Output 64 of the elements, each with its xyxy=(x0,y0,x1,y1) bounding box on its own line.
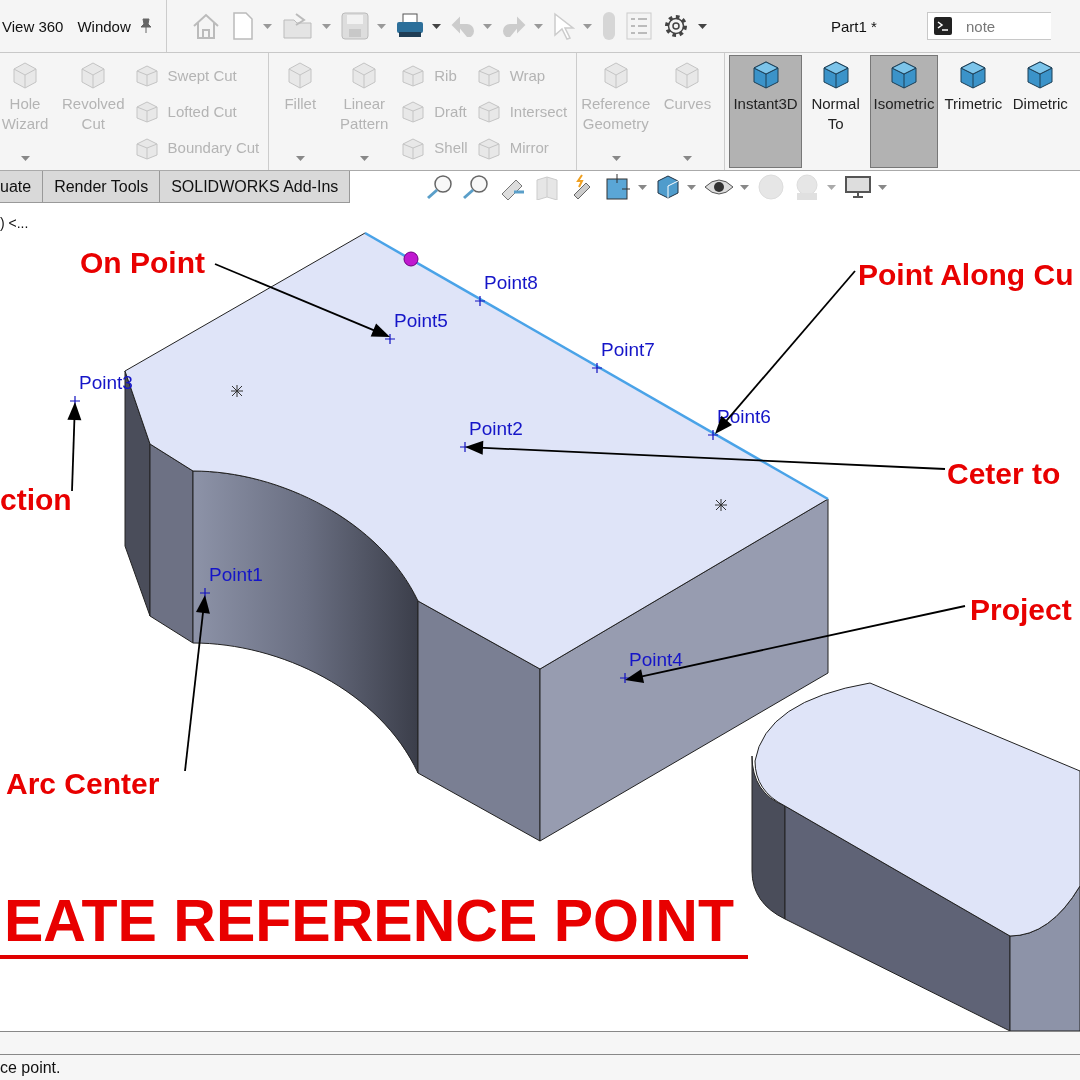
printer-icon[interactable] xyxy=(396,13,424,39)
callout-label: ction xyxy=(0,483,72,516)
ribbon-tab[interactable]: Render Tools xyxy=(43,171,161,203)
cube-icon xyxy=(820,60,851,90)
selection-dot-icon xyxy=(403,251,419,267)
asterisk-icon xyxy=(714,498,728,512)
caret-icon[interactable] xyxy=(432,23,441,29)
ribbon-command[interactable]: Dimetric xyxy=(1008,55,1073,168)
folder-icon[interactable] xyxy=(282,12,314,40)
cube-icon xyxy=(750,60,781,90)
point-marker-icon xyxy=(384,333,396,345)
callout-label: Arc Center xyxy=(6,767,160,800)
ribbon-command[interactable]: Trimetric xyxy=(940,55,1007,168)
cube-icon xyxy=(1025,60,1056,90)
block-icon xyxy=(133,63,160,88)
point-label: Point4 xyxy=(629,649,683,670)
ribbon-command[interactable]: Isometric xyxy=(869,55,939,168)
callout-label: On Point xyxy=(80,246,205,279)
block-icon xyxy=(400,63,427,88)
cube-icon xyxy=(958,60,989,90)
monitor-icon[interactable] xyxy=(844,175,873,199)
list-icon[interactable] xyxy=(626,12,652,40)
point-marker-icon xyxy=(199,587,211,599)
point-label: Point7 xyxy=(601,339,655,360)
status-text: ce point. xyxy=(0,1058,61,1077)
point-marker-icon xyxy=(474,295,486,307)
search-field[interactable]: note xyxy=(927,12,1051,40)
document-title: Part1 * xyxy=(831,17,878,35)
ribbon-command[interactable]: Normal To xyxy=(803,55,868,168)
block-icon xyxy=(475,63,502,88)
callout-label: Project xyxy=(970,593,1072,626)
pin-icon[interactable] xyxy=(138,18,153,34)
block-icon xyxy=(10,60,40,90)
point-label: Point5 xyxy=(394,310,448,331)
zoom-icon[interactable] xyxy=(426,174,455,200)
view-orientation-icon[interactable] xyxy=(604,173,633,201)
settings-icon[interactable] xyxy=(662,12,690,40)
point-label: Point8 xyxy=(484,272,538,293)
block-icon xyxy=(400,99,427,124)
feature-tree-text: ) <... xyxy=(0,215,29,231)
callout-label: Ceter to xyxy=(947,457,1061,490)
cube-icon xyxy=(889,60,920,90)
ribbon-tab[interactable]: uate xyxy=(0,171,44,203)
terminal-icon xyxy=(934,17,952,35)
block-icon xyxy=(133,99,160,124)
point-label: Point1 xyxy=(209,564,263,585)
eye-icon[interactable] xyxy=(704,177,735,197)
asterisk-icon xyxy=(230,384,244,398)
callout-label: Point Along Cu xyxy=(858,258,1074,291)
menu-item[interactable]: Window xyxy=(77,17,131,35)
title-text: EATE REFERENCE POINT xyxy=(4,888,734,954)
caret-icon[interactable] xyxy=(698,23,707,29)
point-marker-icon xyxy=(619,672,631,684)
point-label: Point2 xyxy=(469,418,523,439)
point-marker-icon xyxy=(591,362,603,374)
home-icon[interactable] xyxy=(191,11,221,41)
block-icon xyxy=(475,99,502,124)
ribbon-tab[interactable]: SOLIDWORKS Add-Ins xyxy=(160,171,351,203)
ribbon-command[interactable]: Instant3D xyxy=(729,55,802,168)
cube-icon[interactable] xyxy=(655,174,682,200)
point-marker-icon xyxy=(707,429,719,441)
document-icon[interactable] xyxy=(231,11,255,41)
zoom-icon[interactable] xyxy=(462,174,491,200)
menu-item[interactable]: View 360 xyxy=(2,17,64,35)
